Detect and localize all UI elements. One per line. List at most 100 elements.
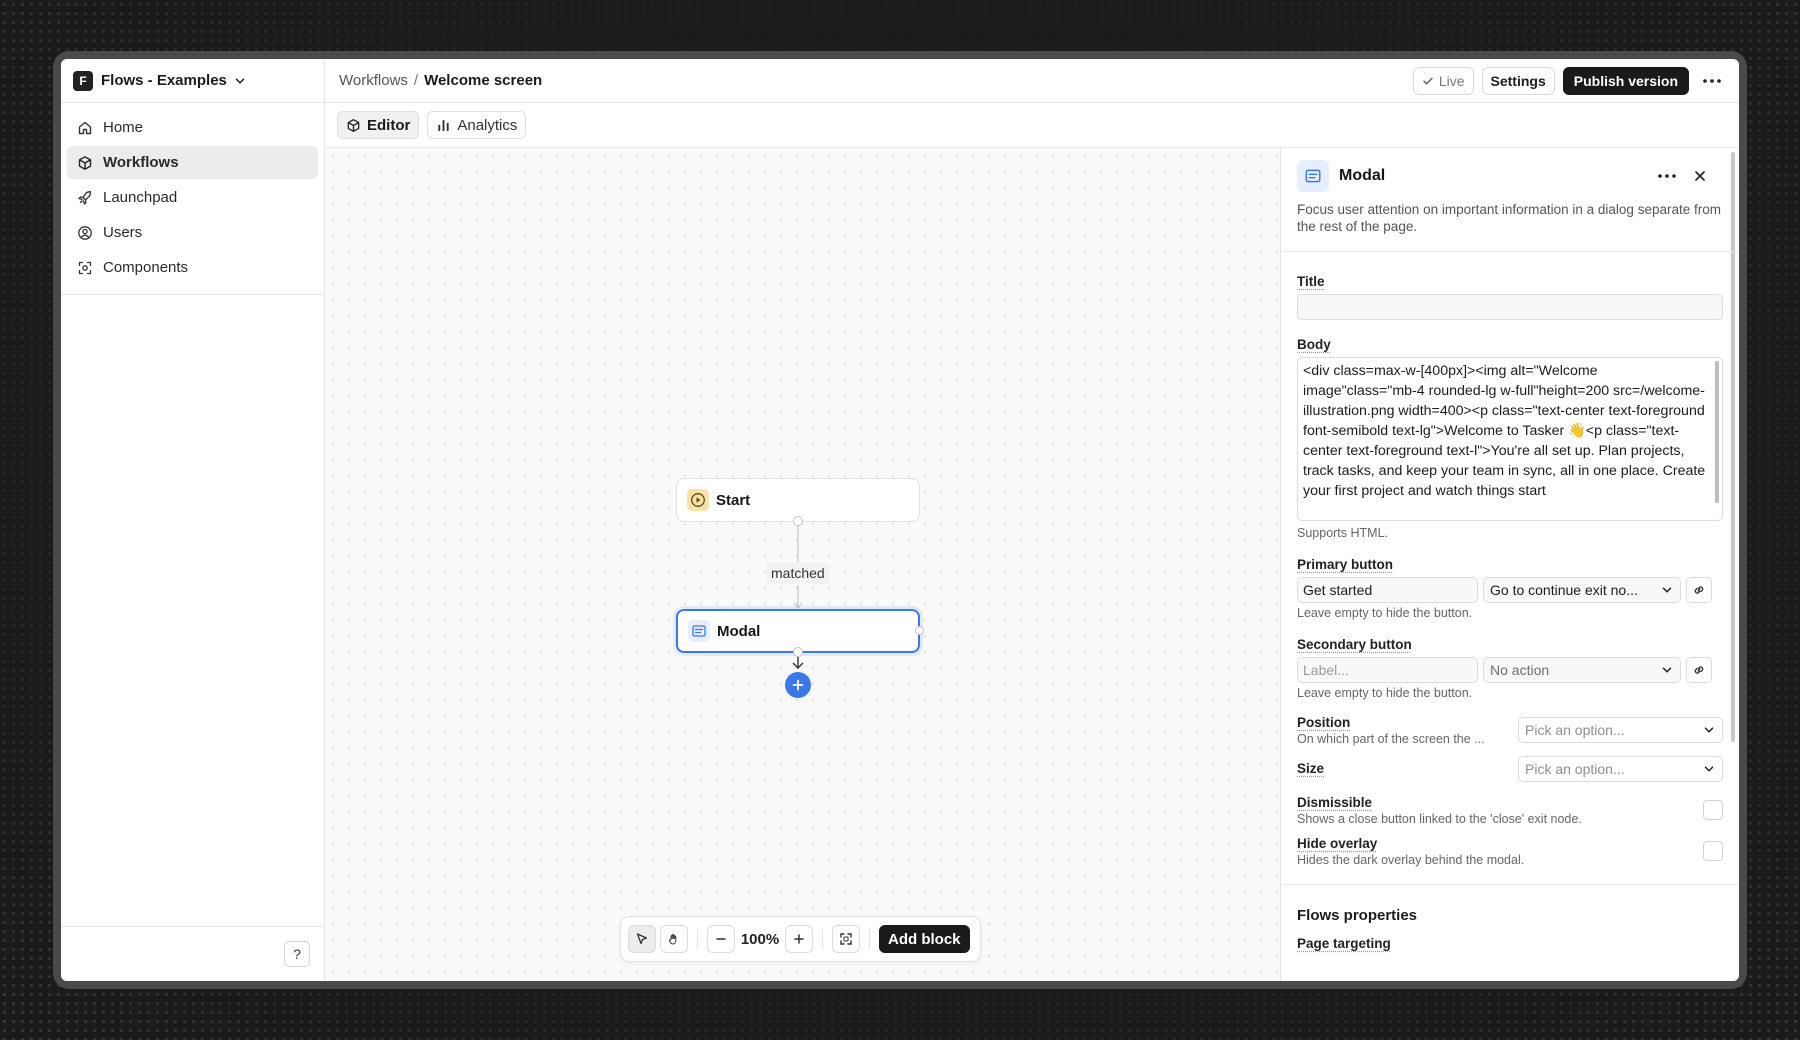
sidebar-item-workflows[interactable]: Workflows bbox=[67, 146, 318, 179]
close-icon[interactable] bbox=[1693, 169, 1707, 183]
chevron-down-icon bbox=[1704, 766, 1714, 772]
sidebar-item-label: Components bbox=[103, 259, 189, 276]
node-icon-wrap bbox=[688, 620, 710, 642]
title-label: Title bbox=[1297, 274, 1325, 289]
zoom-level: 100% bbox=[740, 930, 780, 948]
position-select[interactable]: Pick an option... bbox=[1518, 717, 1723, 743]
fullscreen-icon bbox=[840, 933, 852, 945]
sidebar-item-components[interactable]: Components bbox=[67, 251, 318, 284]
tab-label: Analytics bbox=[457, 116, 518, 134]
tab-label: Editor bbox=[367, 116, 411, 134]
node-output-port[interactable] bbox=[793, 516, 803, 526]
settings-button[interactable]: Settings bbox=[1481, 66, 1555, 95]
hide-overlay-help: Hides the dark overlay behind the modal. bbox=[1297, 853, 1525, 867]
add-block-button[interactable]: Add block bbox=[879, 925, 970, 953]
body-scrollbar[interactable] bbox=[1715, 361, 1719, 503]
panel-title: Modal bbox=[1339, 167, 1386, 184]
chevron-down-icon bbox=[1662, 587, 1672, 593]
body-textarea[interactable]: <div class=max-w-[400px]><img alt="Welco… bbox=[1297, 357, 1723, 521]
chevron-down-icon bbox=[235, 77, 245, 84]
chevron-down-icon bbox=[1704, 727, 1714, 733]
check-icon bbox=[1423, 77, 1433, 85]
publish-version-button[interactable]: Publish version bbox=[1562, 66, 1689, 95]
select-placeholder: Pick an option... bbox=[1525, 761, 1625, 777]
dismissible-help: Shows a close button linked to the 'clos… bbox=[1297, 812, 1582, 826]
dismissible-checkbox[interactable] bbox=[1703, 800, 1723, 820]
breadcrumb-separator: / bbox=[413, 72, 419, 89]
hide-overlay-checkbox[interactable] bbox=[1703, 841, 1723, 861]
more-horizontal-icon bbox=[1703, 78, 1721, 83]
breadcrumb-parent[interactable]: Workflows bbox=[339, 72, 408, 89]
play-icon bbox=[691, 493, 705, 507]
help-button[interactable]: ? bbox=[284, 941, 310, 967]
secondary-button-label: Secondary button bbox=[1297, 637, 1412, 652]
components-icon bbox=[78, 261, 92, 274]
node-label: Start bbox=[716, 491, 751, 509]
more-options-button[interactable] bbox=[1699, 68, 1725, 94]
sidebar-item-label: Workflows bbox=[103, 154, 179, 171]
chevron-down-icon bbox=[1662, 667, 1672, 673]
secondary-button-text-input[interactable] bbox=[1297, 657, 1478, 683]
more-horizontal-icon[interactable] bbox=[1657, 173, 1677, 179]
node-output-port[interactable] bbox=[793, 647, 803, 657]
add-node-button[interactable] bbox=[785, 672, 811, 698]
edge-label: matched bbox=[766, 562, 830, 584]
select-tool-button[interactable] bbox=[628, 925, 656, 953]
zoom-out-button[interactable] bbox=[707, 925, 735, 953]
size-select[interactable]: Pick an option... bbox=[1518, 756, 1723, 782]
block-settings-panel: Modal Focus user attention on important … bbox=[1280, 148, 1739, 981]
secondary-button-action-select[interactable]: No action bbox=[1483, 657, 1681, 683]
sidebar: F Flows - Examples Home Workflows Launch… bbox=[61, 59, 325, 981]
toolbar-divider bbox=[869, 929, 870, 949]
primary-button-text-input[interactable] bbox=[1297, 577, 1478, 603]
body-label: Body bbox=[1297, 337, 1331, 352]
fit-view-button[interactable] bbox=[832, 925, 860, 953]
panel-header: Modal Focus user attention on important … bbox=[1281, 148, 1739, 252]
primary-button-link-button[interactable] bbox=[1686, 577, 1712, 603]
select-value: No action bbox=[1490, 662, 1550, 678]
secondary-button-help: Leave empty to hide the button. bbox=[1297, 686, 1473, 700]
hand-icon bbox=[668, 933, 677, 945]
modal-icon bbox=[1305, 169, 1321, 183]
flows-properties-section: Flows properties Page targeting bbox=[1281, 884, 1739, 956]
select-placeholder: Pick an option... bbox=[1525, 722, 1625, 738]
plus-icon bbox=[794, 934, 804, 944]
sidebar-footer: ? bbox=[61, 926, 324, 981]
home-icon bbox=[78, 121, 92, 134]
live-button[interactable]: Live bbox=[1412, 66, 1474, 95]
user-circle-icon bbox=[78, 225, 92, 240]
panel-form: Title Body <div class=max-w-[400px]><img… bbox=[1281, 273, 1739, 867]
top-actions: Live Settings Publish version bbox=[1412, 66, 1725, 95]
sidebar-item-users[interactable]: Users bbox=[67, 216, 318, 249]
link-icon bbox=[1694, 666, 1704, 674]
sidebar-item-label: Home bbox=[103, 119, 144, 136]
dismissible-label: Dismissible bbox=[1297, 795, 1373, 810]
sidebar-item-label: Users bbox=[103, 224, 143, 241]
primary-button-action-select[interactable]: Go to continue exit no... bbox=[1483, 577, 1681, 603]
zoom-in-button[interactable] bbox=[785, 925, 813, 953]
workflow-canvas[interactable]: Start matched Modal 100% Add block bbox=[325, 148, 1280, 981]
toolbar-divider bbox=[697, 929, 698, 949]
tab-analytics[interactable]: Analytics bbox=[427, 111, 527, 139]
sidebar-item-launchpad[interactable]: Launchpad bbox=[67, 181, 318, 214]
view-tabs: Editor Analytics bbox=[325, 103, 1739, 148]
tab-editor[interactable]: Editor bbox=[337, 111, 420, 139]
primary-button-help: Leave empty to hide the button. bbox=[1297, 606, 1473, 620]
panel-description: Focus user attention on important inform… bbox=[1297, 202, 1721, 234]
body-help: Supports HTML. bbox=[1297, 526, 1389, 540]
canvas-toolbar: 100% Add block bbox=[620, 916, 981, 962]
toolbar-divider bbox=[822, 929, 823, 949]
sidebar-item-home[interactable]: Home bbox=[67, 111, 318, 144]
node-side-port[interactable] bbox=[915, 626, 924, 635]
minus-icon bbox=[716, 938, 726, 940]
title-input[interactable] bbox=[1297, 294, 1723, 320]
edge-lines bbox=[792, 517, 804, 669]
workspace-switcher[interactable]: F Flows - Examples bbox=[61, 59, 324, 103]
plus-icon bbox=[792, 679, 804, 691]
node-label: Modal bbox=[717, 622, 761, 640]
pan-tool-button[interactable] bbox=[660, 925, 688, 953]
live-label: Live bbox=[1438, 72, 1465, 89]
flows-properties-title: Flows properties bbox=[1297, 907, 1418, 924]
sidebar-nav: Home Workflows Launchpad Users Component… bbox=[61, 103, 324, 295]
secondary-button-link-button[interactable] bbox=[1686, 657, 1712, 683]
